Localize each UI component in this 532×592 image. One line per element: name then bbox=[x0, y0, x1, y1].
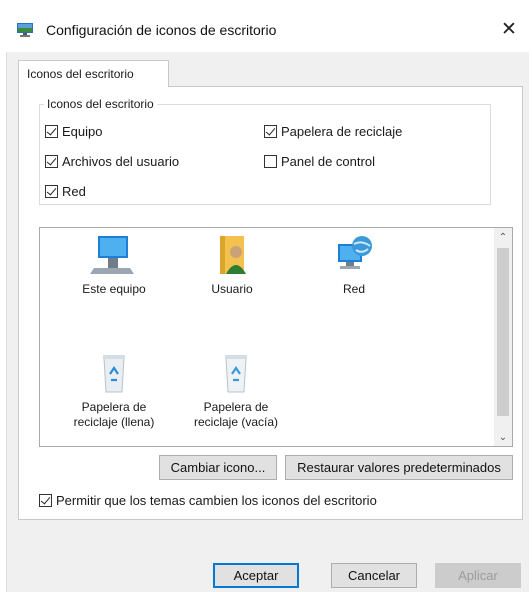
title-bar: Configuración de iconos de escritorio ✕ bbox=[0, 0, 532, 52]
dialog-client-area: Iconos del escritorio Iconos del escrito… bbox=[6, 52, 529, 592]
restore-defaults-button[interactable]: Restaurar valores predeterminados bbox=[285, 455, 513, 480]
checkbox-label: Archivos del usuario bbox=[62, 154, 180, 169]
close-button[interactable]: ✕ bbox=[492, 14, 526, 44]
recycle-bin-full-icon bbox=[90, 352, 138, 394]
computer-icon bbox=[90, 234, 138, 276]
icon-list-scrollbar[interactable]: ⌃ ⌄ bbox=[494, 228, 512, 446]
icon-caption: Papelera de reciclaje (vacía) bbox=[176, 400, 296, 430]
checkbox-label: Papelera de reciclaje bbox=[281, 124, 403, 139]
checkbox-papelera[interactable]: Papelera de reciclaje bbox=[264, 124, 402, 139]
checkbox-box bbox=[39, 494, 52, 507]
icon-list[interactable]: Este equipo Usuario Red Papelera de reci… bbox=[39, 227, 513, 447]
checkbox-label: Panel de control bbox=[281, 154, 375, 169]
icon-item-papelera-llena[interactable]: Papelera de reciclaje (llena) bbox=[54, 352, 174, 430]
desktop-settings-icon bbox=[16, 22, 34, 38]
window-title: Configuración de iconos de escritorio bbox=[46, 22, 277, 38]
icon-caption: Red bbox=[342, 282, 365, 296]
tab-desktop-icons[interactable]: Iconos del escritorio bbox=[18, 60, 169, 87]
checkbox-label: Equipo bbox=[62, 124, 103, 139]
icon-caption-line1: Papelera de bbox=[81, 400, 147, 414]
tab-panel: Iconos del escritorio Equipo Archivos de… bbox=[18, 86, 523, 520]
user-folder-icon bbox=[208, 234, 256, 276]
checkbox-label: Red bbox=[62, 184, 86, 199]
chevron-down-icon: ⌄ bbox=[498, 431, 508, 443]
recycle-bin-empty-icon bbox=[212, 352, 260, 394]
icon-caption-line2: reciclaje (vacía) bbox=[193, 415, 279, 429]
checkbox-panel-control[interactable]: Panel de control bbox=[264, 154, 375, 169]
chevron-up-icon: ⌃ bbox=[498, 231, 508, 243]
icon-item-papelera-vacia[interactable]: Papelera de reciclaje (vacía) bbox=[176, 352, 296, 430]
scroll-up-button[interactable]: ⌃ bbox=[494, 228, 512, 246]
checkbox-box bbox=[264, 155, 277, 168]
change-icon-button[interactable]: Cambiar icono... bbox=[159, 455, 277, 480]
checkbox-allow-themes[interactable]: Permitir que los temas cambien los icono… bbox=[39, 493, 377, 508]
scroll-down-button[interactable]: ⌄ bbox=[494, 428, 512, 446]
desktop-icons-group: Iconos del escritorio Equipo Archivos de… bbox=[39, 97, 491, 205]
checkbox-box bbox=[264, 125, 277, 138]
checkbox-box bbox=[45, 155, 58, 168]
icon-caption-line1: Papelera de bbox=[203, 400, 269, 414]
icon-caption: Este equipo bbox=[82, 282, 146, 296]
cancel-button[interactable]: Cancelar bbox=[331, 563, 417, 588]
ok-button[interactable]: Aceptar bbox=[213, 563, 299, 588]
icon-item-este-equipo[interactable]: Este equipo bbox=[54, 234, 174, 297]
checkbox-box bbox=[45, 125, 58, 138]
icon-caption: Papelera de reciclaje (llena) bbox=[54, 400, 174, 430]
icon-caption-line2: reciclaje (llena) bbox=[73, 415, 155, 429]
group-legend: Iconos del escritorio bbox=[47, 97, 154, 111]
checkbox-label: Permitir que los temas cambien los icono… bbox=[56, 493, 377, 508]
icon-caption: Usuario bbox=[211, 282, 253, 296]
apply-button[interactable]: Aplicar bbox=[435, 563, 521, 588]
close-icon: ✕ bbox=[501, 18, 517, 40]
icon-item-red[interactable]: Red bbox=[294, 234, 414, 297]
checkbox-box bbox=[45, 185, 58, 198]
checkbox-equipo[interactable]: Equipo bbox=[45, 124, 102, 139]
scroll-thumb[interactable] bbox=[497, 248, 509, 416]
icon-item-usuario[interactable]: Usuario bbox=[172, 234, 292, 297]
checkbox-red[interactable]: Red bbox=[45, 184, 86, 199]
checkbox-archivos-usuario[interactable]: Archivos del usuario bbox=[45, 154, 179, 169]
network-icon bbox=[330, 234, 378, 276]
